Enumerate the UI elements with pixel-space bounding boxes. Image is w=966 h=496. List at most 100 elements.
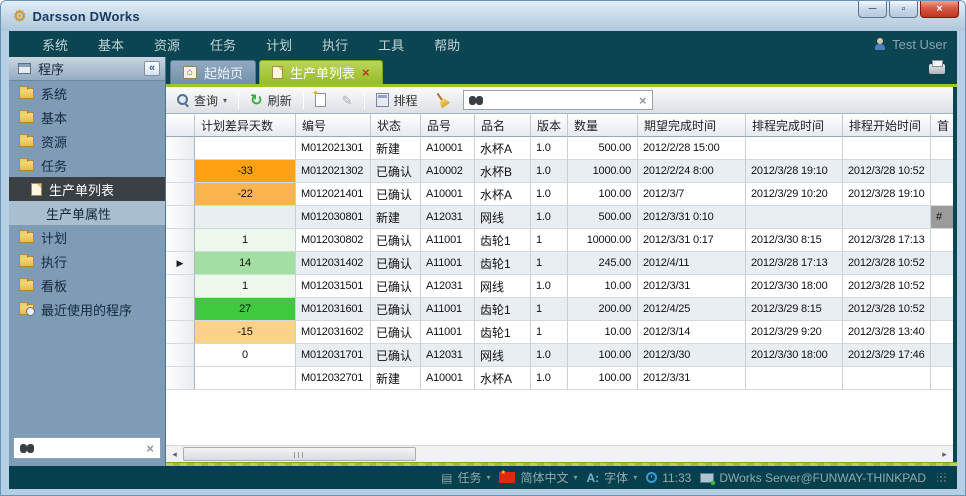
column-header-expected-finish[interactable]: 期望完成时间 xyxy=(638,114,746,137)
chevron-down-icon: ▾ xyxy=(633,473,637,482)
sidebar-item[interactable]: 执行 xyxy=(9,249,165,273)
filter-input[interactable] xyxy=(488,93,634,107)
menu-item[interactable]: 计划 xyxy=(251,31,307,58)
cell-order-no: M012030801 xyxy=(296,206,371,229)
table-row[interactable]: M012032701 新建 A10001 水杯A 1.0 100.00 2012… xyxy=(166,367,953,390)
title-bar[interactable]: ⚙ Darsson DWorks ─ ▫ × xyxy=(1,1,965,31)
cell-part-no: A11001 xyxy=(421,252,475,275)
menu-bar: 系统 基本 资源 任务 计划 执行 工具 帮助 Test User xyxy=(9,31,957,57)
cell-status: 已确认 xyxy=(371,344,421,367)
chevron-down-icon: ▾ xyxy=(223,96,227,105)
column-header-marker[interactable] xyxy=(166,114,195,137)
scroll-right-arrow-icon[interactable]: ▸ xyxy=(936,446,953,462)
column-header-order-no[interactable]: 编号 xyxy=(296,114,371,137)
sidebar-item[interactable]: 基本 xyxy=(9,105,165,129)
binoculars-icon xyxy=(469,96,483,105)
sidebar-item[interactable]: 任务 xyxy=(9,153,165,177)
table-row[interactable]: 1 M012030802 已确认 A11001 齿轮1 1 10000.00 2… xyxy=(166,229,953,252)
column-header-schedule-start[interactable]: 排程开始时间 xyxy=(843,114,931,137)
sidebar-item[interactable]: 生产单属性 xyxy=(9,201,165,225)
row-marker xyxy=(166,275,195,298)
menu-item[interactable]: 系统 xyxy=(27,31,83,58)
clear-search-icon[interactable]: × xyxy=(146,442,154,455)
cell-clipped: # xyxy=(931,206,953,229)
table-row[interactable]: M012030801 新建 A12031 网线 1.0 500.00 2012/… xyxy=(166,206,953,229)
refresh-button[interactable]: ↻ 刷新 xyxy=(245,90,297,111)
cell-expected-finish: 2012/3/30 xyxy=(638,344,746,367)
tab-home[interactable]: ⌂ 起始页 xyxy=(170,60,256,84)
table-row[interactable]: 1 M012031501 已确认 A12031 网线 1.0 10.00 201… xyxy=(166,275,953,298)
cell-schedule-finish: 2012/3/30 18:00 xyxy=(746,275,843,298)
table-row[interactable]: 27 M012031601 已确认 A11001 齿轮1 1 200.00 20… xyxy=(166,298,953,321)
refresh-label: 刷新 xyxy=(268,92,292,109)
cell-clipped xyxy=(931,275,953,298)
cell-schedule-start: 2012/3/28 13:40 xyxy=(843,321,931,344)
scroll-left-arrow-icon[interactable]: ◂ xyxy=(166,446,183,462)
sidebar-item[interactable]: 系统 xyxy=(9,81,165,105)
column-header-version[interactable]: 版本 xyxy=(531,114,568,137)
column-header-part-name[interactable]: 品名 xyxy=(475,114,531,137)
table-row[interactable]: 0 M012031701 已确认 A12031 网线 1.0 100.00 20… xyxy=(166,344,953,367)
schedule-button[interactable]: 排程 xyxy=(371,90,423,111)
cell-plan-diff-days: -15 xyxy=(195,321,296,344)
horizontal-scrollbar[interactable]: ◂ ▸ xyxy=(166,445,953,462)
new-button[interactable] xyxy=(310,91,331,109)
tab-strip: ⌂ 起始页 生产单列表 × xyxy=(166,57,957,84)
close-button[interactable]: × xyxy=(920,1,959,18)
cell-clipped xyxy=(931,229,953,252)
cell-order-no: M012021302 xyxy=(296,160,371,183)
status-font-label: 字体 xyxy=(604,469,628,486)
cell-plan-diff-days xyxy=(195,367,296,390)
folder-icon xyxy=(19,232,34,243)
table-row[interactable]: -33 M012021302 已确认 A10002 水杯B 1.0 1000.0… xyxy=(166,160,953,183)
column-header-part-no[interactable]: 品号 xyxy=(421,114,475,137)
tab-production-order-list[interactable]: 生产单列表 × xyxy=(259,60,383,84)
menu-item[interactable]: 工具 xyxy=(363,31,419,58)
menu-item[interactable]: 执行 xyxy=(307,31,363,58)
column-header-status[interactable]: 状态 xyxy=(371,114,421,137)
sidebar-item[interactable]: 生产单列表 xyxy=(9,177,165,201)
sidebar-item[interactable]: 最近使用的程序 xyxy=(9,297,165,321)
status-task-dropdown[interactable]: ▤ 任务 ▾ xyxy=(441,469,490,486)
status-language-dropdown[interactable]: 简体中文 ▾ xyxy=(499,469,577,486)
printer-icon[interactable] xyxy=(929,64,945,74)
tab-close-icon[interactable]: × xyxy=(362,66,370,79)
cell-plan-diff-days: 1 xyxy=(195,229,296,252)
sidebar-search-input[interactable] xyxy=(40,441,140,455)
sidebar-item[interactable]: 计划 xyxy=(9,225,165,249)
table-row[interactable]: -15 M012031602 已确认 A11001 齿轮1 1 10.00 20… xyxy=(166,321,953,344)
scrollbar-thumb[interactable] xyxy=(183,447,416,461)
user-indicator[interactable]: Test User xyxy=(874,37,947,52)
maximize-button[interactable]: ▫ xyxy=(889,1,918,18)
table-row[interactable]: -22 M012021401 已确认 A10001 水杯A 1.0 100.00… xyxy=(166,183,953,206)
status-font-dropdown[interactable]: A: 字体 ▾ xyxy=(587,469,638,486)
edit-button[interactable]: ✎ xyxy=(337,92,358,109)
cell-version: 1.0 xyxy=(531,160,568,183)
collapse-sidebar-button[interactable]: « xyxy=(144,61,160,76)
cell-order-no: M012021301 xyxy=(296,137,371,160)
folder-icon xyxy=(19,112,34,123)
table-row[interactable]: M012021301 新建 A10001 水杯A 1.0 500.00 2012… xyxy=(166,137,953,160)
menu-item[interactable]: 基本 xyxy=(83,31,139,58)
cell-version: 1 xyxy=(531,321,568,344)
sidebar-item[interactable]: 看板 xyxy=(9,273,165,297)
menu-item[interactable]: 资源 xyxy=(139,31,195,58)
user-name: Test User xyxy=(892,37,947,52)
column-header-schedule-finish[interactable]: 排程完成时间 xyxy=(746,114,843,137)
sidebar-item[interactable]: 资源 xyxy=(9,129,165,153)
table-row[interactable]: ▶ 14 M012031402 已确认 A11001 齿轮1 1 245.00 … xyxy=(166,252,953,275)
clear-filter-icon[interactable]: × xyxy=(639,94,647,107)
menu-item[interactable]: 帮助 xyxy=(419,31,475,58)
column-header-plan-diff-days[interactable]: 计划差异天数 xyxy=(195,114,296,137)
clean-button[interactable] xyxy=(429,90,455,110)
minimize-button[interactable]: ─ xyxy=(858,1,887,18)
menu-item[interactable]: 任务 xyxy=(195,31,251,58)
query-button[interactable]: 查询 ▾ xyxy=(172,90,232,111)
column-header-quantity[interactable]: 数量 xyxy=(568,114,638,137)
document-icon xyxy=(272,66,283,79)
cell-part-name: 网线 xyxy=(475,206,531,229)
resize-grip[interactable] xyxy=(937,473,947,483)
cell-status: 已确认 xyxy=(371,321,421,344)
cell-part-name: 齿轮1 xyxy=(475,298,531,321)
column-header-clipped[interactable]: 首 xyxy=(931,114,953,137)
